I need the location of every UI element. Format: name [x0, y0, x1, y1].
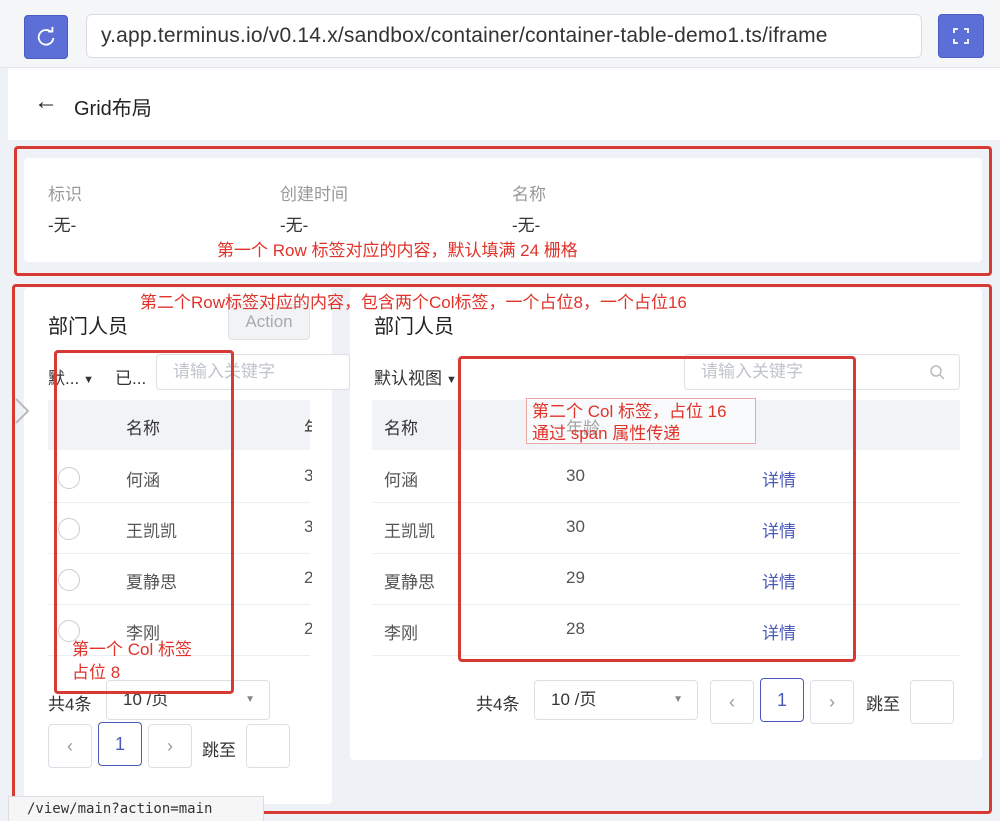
right-cell-age: 28	[566, 619, 585, 638]
row-divider	[48, 604, 310, 605]
caret-down-icon: ▼	[83, 373, 95, 386]
right-col-name: 名称	[384, 419, 418, 438]
row-divider	[48, 502, 310, 503]
right-cell-name: 何涵	[384, 471, 418, 490]
right-next-page-button[interactable]: ›	[810, 680, 854, 724]
right-cell-name: 王凯凯	[384, 522, 435, 541]
fullscreen-button[interactable]	[938, 14, 984, 58]
field-label-name: 名称	[512, 185, 546, 204]
right-cell-age: 30	[566, 466, 585, 485]
reload-button[interactable]	[24, 15, 68, 59]
page-title: Grid布局	[74, 98, 152, 120]
right-jump-input[interactable]	[910, 680, 954, 724]
right-page-size-select[interactable]: 10 /页 ▼	[534, 680, 698, 720]
detail-link[interactable]: 详情	[762, 568, 796, 593]
row-divider	[48, 553, 310, 554]
right-cell-age: 29	[566, 568, 585, 587]
right-view-select-label: 默认视图	[374, 369, 442, 388]
left-cell-age: 2	[304, 568, 312, 587]
expand-icon	[953, 28, 969, 44]
left-card-title: 部门人员	[48, 316, 128, 338]
status-bar: /view/main?action=main	[8, 796, 264, 821]
left-jump-input[interactable]	[246, 724, 290, 768]
right-cell-name: 夏静思	[384, 573, 435, 592]
chevron-left-icon: ‹	[729, 691, 735, 712]
left-cell-name: 何涵	[126, 471, 160, 490]
annotation-row2-text: 第二个Row标签对应的内容，包含两个Col标签，一个占位8，一个占位16	[140, 293, 687, 312]
right-card-title: 部门人员	[374, 316, 454, 338]
left-jump-label: 跳至	[202, 741, 236, 760]
left-next-page-button[interactable]: ›	[148, 724, 192, 768]
left-filter-chip[interactable]: 已...	[115, 364, 146, 389]
row-divider	[372, 655, 960, 656]
right-search-input[interactable]: 请输入关键字	[684, 354, 960, 390]
annotation-col2-line1: 第二个 Col 标签，占位 16	[532, 402, 727, 421]
row-radio[interactable]	[58, 518, 80, 540]
left-col-age-cut: 年	[304, 414, 312, 439]
right-total-count: 共4条	[476, 695, 520, 714]
left-cell-age: 3	[304, 466, 312, 485]
annotation-col1-line1: 第一个 Col 标签	[72, 640, 192, 659]
right-cell-age: 30	[566, 517, 585, 536]
back-arrow-icon[interactable]: ←	[34, 88, 58, 116]
field-value-name: -无-	[512, 216, 541, 235]
annotation-col1-line2: 占位 8	[72, 663, 121, 682]
left-col-name: 名称	[126, 419, 160, 438]
caret-down-icon: ▼	[245, 694, 255, 705]
url-bar[interactable]: y.app.terminus.io/v0.14.x/sandbox/contai…	[86, 14, 922, 58]
right-cell-name: 李刚	[384, 624, 418, 643]
field-value-created: -无-	[280, 216, 309, 235]
left-current-page[interactable]: 1	[98, 722, 142, 766]
right-current-page[interactable]: 1	[760, 678, 804, 722]
page-header	[8, 68, 1000, 140]
search-icon	[930, 365, 945, 380]
left-cell-name: 王凯凯	[126, 522, 177, 541]
row-divider	[372, 604, 960, 605]
right-page-size-label: 10 /页	[551, 690, 597, 709]
row-divider	[372, 553, 960, 554]
row-divider	[372, 502, 960, 503]
left-cell-age: 3	[304, 517, 312, 536]
left-view-select[interactable]: 默... ▼	[48, 364, 94, 389]
annotation-row1-text: 第一个 Row 标签对应的内容，默认填满 24 栅格	[217, 241, 578, 260]
detail-link[interactable]: 详情	[762, 466, 796, 491]
left-search-input[interactable]: 请输入关键字	[156, 354, 350, 390]
caret-down-icon: ▼	[446, 373, 457, 386]
left-view-select-label: 默...	[48, 369, 80, 388]
chevron-right-icon: ›	[829, 691, 835, 712]
right-jump-label: 跳至	[866, 695, 900, 714]
reload-icon	[37, 26, 55, 46]
row-radio[interactable]	[58, 569, 80, 591]
left-cell-name: 夏静思	[126, 573, 177, 592]
left-page-size-select[interactable]: 10 /页 ▼	[106, 680, 270, 720]
annotation-col2-line2: 通过 span 属性传递	[532, 424, 681, 443]
field-label-id: 标识	[48, 185, 82, 204]
left-total-count: 共4条	[48, 695, 92, 714]
left-prev-page-button[interactable]: ‹	[48, 724, 92, 768]
field-value-id: -无-	[48, 216, 77, 235]
right-search-placeholder: 请输入关键字	[701, 362, 803, 381]
chevron-left-icon: ‹	[67, 735, 73, 756]
detail-link[interactable]: 详情	[762, 517, 796, 542]
left-table-header	[48, 400, 310, 450]
detail-link[interactable]: 详情	[762, 619, 796, 644]
chevron-right-icon[interactable]	[12, 396, 32, 426]
caret-down-icon: ▼	[673, 694, 683, 705]
right-prev-page-button[interactable]: ‹	[710, 680, 754, 724]
left-page-size-label: 10 /页	[123, 690, 169, 709]
chevron-right-icon: ›	[167, 735, 173, 756]
left-cell-age: 2	[304, 619, 312, 638]
row-radio[interactable]	[58, 467, 80, 489]
right-view-select[interactable]: 默认视图 ▼	[374, 364, 457, 389]
field-label-created: 创建时间	[280, 185, 348, 204]
